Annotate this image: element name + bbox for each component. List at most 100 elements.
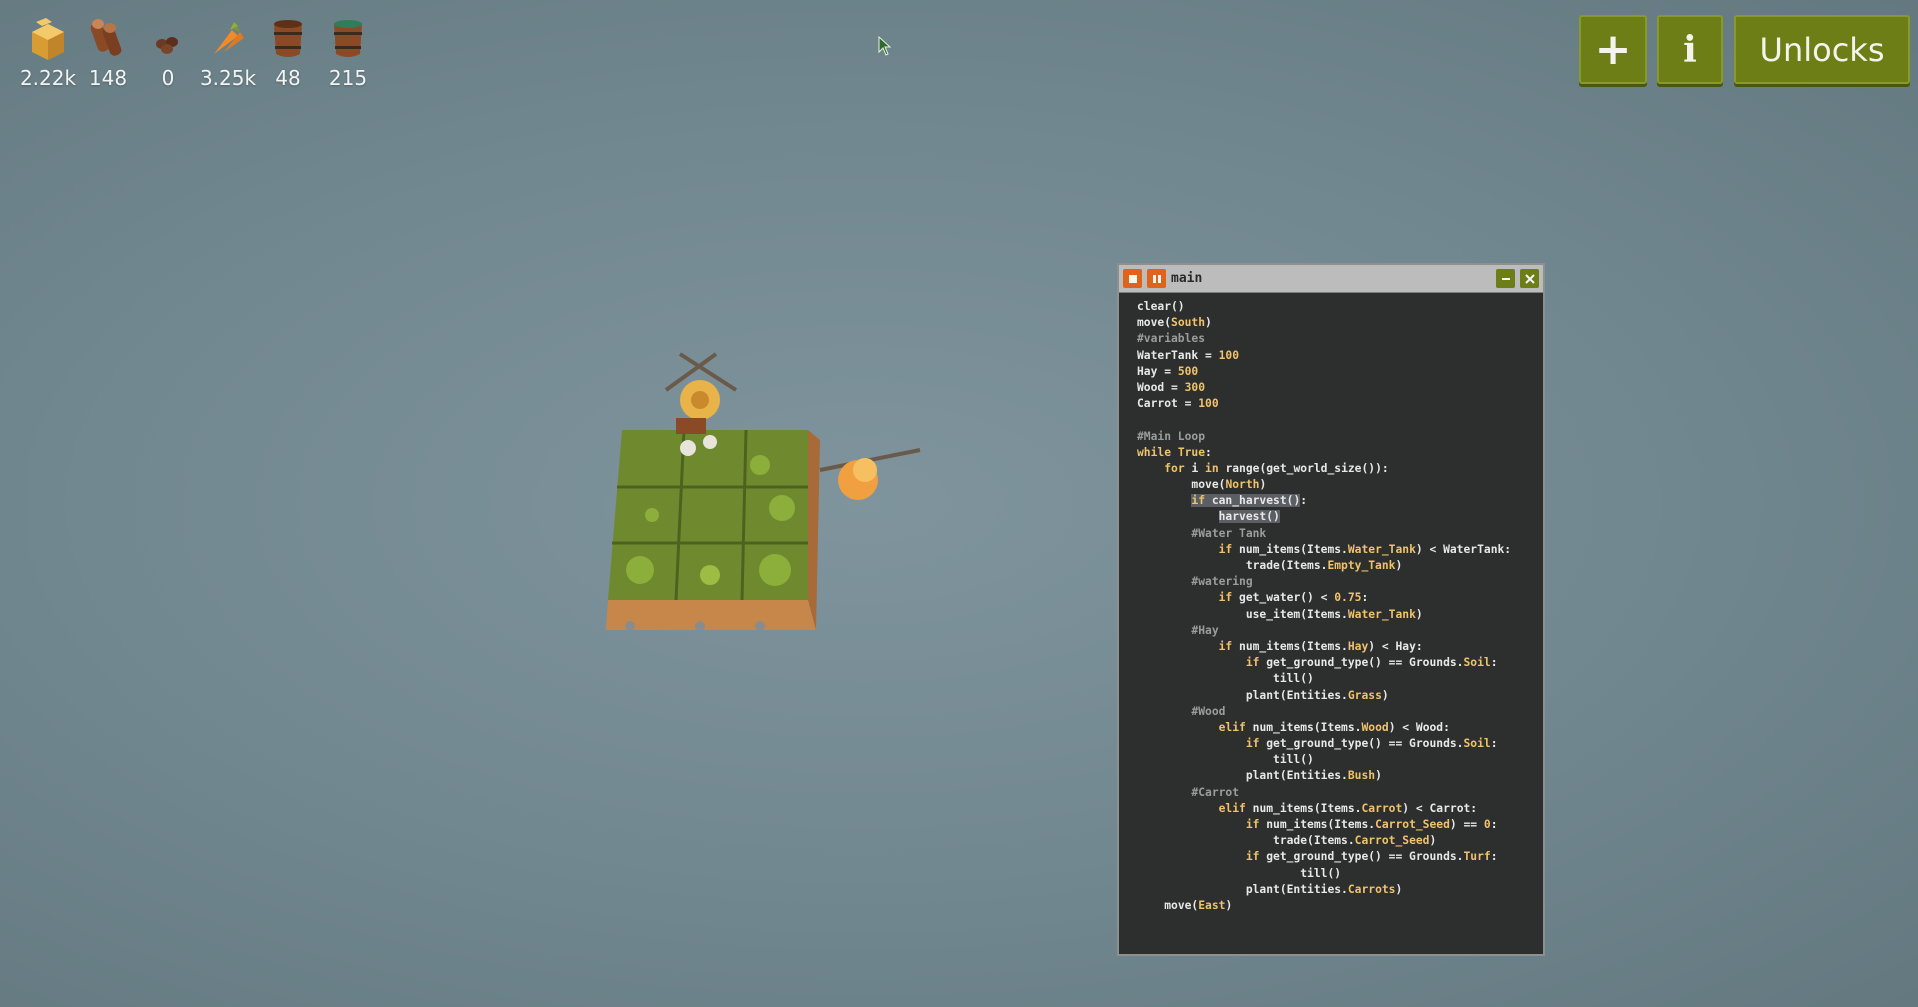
- code-window-titlebar[interactable]: main: [1119, 265, 1543, 293]
- code-token: Carrot: [1361, 801, 1403, 815]
- code-line: if num_items(Items.Water_Tank) < WaterTa…: [1137, 542, 1543, 558]
- code-line: use_item(Items.Water_Tank): [1137, 607, 1543, 623]
- code-line: #Hay: [1137, 623, 1543, 639]
- code-token: :: [1300, 494, 1308, 508]
- empty-tank-count: 48: [275, 66, 301, 90]
- code-token: num_items(Items.: [1252, 801, 1362, 815]
- code-line: #Carrot: [1137, 785, 1543, 801]
- code-token: 300: [1184, 380, 1206, 394]
- resource-bar: 2.22k 148 0 3.25k 48 215: [18, 14, 378, 90]
- code-line: #variables: [1137, 331, 1543, 347]
- resource-seeds: 0: [138, 14, 198, 90]
- resource-empty-tank: 48: [258, 14, 318, 90]
- code-token: Wood: [1361, 720, 1389, 734]
- code-line: till(): [1137, 752, 1543, 768]
- carrot-icon: [214, 22, 244, 54]
- resource-water-tank: 215: [318, 14, 378, 90]
- code-line: Carrot = 100: [1137, 396, 1543, 412]
- code-token: #Hay: [1191, 623, 1219, 637]
- hay-icon: [32, 18, 64, 60]
- code-token: ): [1205, 316, 1212, 330]
- stop-icon: [1128, 274, 1137, 283]
- minimize-button[interactable]: [1496, 269, 1515, 288]
- code-token: Water_Tank: [1347, 607, 1416, 621]
- code-token: Empty_Tank: [1327, 559, 1396, 572]
- code-token: get_ground_type() == Grounds.: [1266, 850, 1464, 864]
- code-token: Soil: [1463, 656, 1491, 670]
- code-editor-text[interactable]: clear() move(South) #variables WaterTank = …: [1119, 293, 1543, 914]
- resource-carrot: 3.25k: [198, 14, 258, 90]
- code-line: if get_ground_type() == Grounds.Soil:: [1137, 655, 1543, 671]
- code-token: 100: [1218, 348, 1240, 362]
- code-token: till(): [1273, 753, 1314, 767]
- code-line: #watering: [1137, 574, 1543, 590]
- water-tank-icon: [334, 20, 362, 57]
- code-token: clear(): [1137, 300, 1185, 313]
- code-token: #Carrot: [1191, 785, 1240, 799]
- code-token: if: [1218, 542, 1240, 556]
- code-line: plant(Entities.Carrots): [1137, 882, 1543, 898]
- code-token: WaterTank =: [1137, 348, 1219, 362]
- code-token: True: [1177, 445, 1206, 459]
- code-editor-window[interactable]: main clear() move(South) #variables WaterTa…: [1117, 263, 1545, 956]
- seeds-icon: [156, 37, 178, 54]
- code-token: get_ground_type() == Grounds.: [1266, 656, 1464, 670]
- code-line: move(South): [1137, 315, 1543, 331]
- code-token: South: [1171, 316, 1206, 330]
- code-token: num_items(Items.: [1252, 720, 1362, 734]
- code-token: till(): [1273, 672, 1314, 686]
- add-button[interactable]: +: [1579, 15, 1647, 84]
- code-line: #Water Tank: [1137, 526, 1543, 542]
- code-line: if get_ground_type() == Grounds.Turf:: [1137, 849, 1543, 865]
- wood-count: 148: [88, 66, 128, 90]
- code-token: elif: [1218, 801, 1253, 815]
- code-line: WaterTank = 100: [1137, 348, 1543, 364]
- code-token: get_water() <: [1239, 591, 1335, 605]
- code-token: if: [1218, 639, 1240, 653]
- code-token: ): [1395, 559, 1403, 572]
- code-token: :: [1490, 656, 1498, 670]
- code-token: can_harvest(: [1211, 494, 1294, 508]
- code-token: ) ==: [1449, 818, 1484, 831]
- farm-grid: [606, 429, 820, 631]
- code-line: if get_ground_type() == Grounds.Soil:: [1137, 736, 1543, 752]
- mouse-cursor-icon: [878, 36, 892, 56]
- code-token: plant(Entities.: [1245, 769, 1348, 783]
- close-button[interactable]: [1520, 269, 1539, 288]
- code-line: trade(Items.Carrot_Seed): [1137, 833, 1543, 849]
- code-token: range(get_world_size()):: [1225, 461, 1389, 475]
- unlocks-button[interactable]: Unlocks: [1734, 15, 1910, 84]
- code-line: move(North): [1137, 477, 1543, 493]
- code-token: #Wood: [1191, 704, 1226, 718]
- code-line: if num_items(Items.Carrot_Seed) == 0:: [1137, 817, 1543, 833]
- code-line: till(): [1137, 866, 1543, 882]
- info-button[interactable]: i: [1657, 15, 1723, 84]
- farm-scene: [606, 352, 921, 631]
- code-token: ) < Wood:: [1388, 720, 1450, 734]
- code-token: for: [1164, 461, 1192, 475]
- code-line: trade(Items.Empty_Tank): [1137, 558, 1543, 574]
- code-line: elif num_items(Items.Carrot) < Carrot:: [1137, 801, 1543, 817]
- code-token: move(: [1164, 898, 1199, 912]
- code-line: #Wood: [1137, 704, 1543, 720]
- code-token: if: [1245, 850, 1267, 864]
- code-line: if get_water() < 0.75:: [1137, 590, 1543, 606]
- stop-button[interactable]: [1123, 269, 1142, 288]
- code-token: trade(Items.: [1245, 559, 1328, 572]
- code-token: ) < WaterTank:: [1415, 542, 1512, 556]
- code-token: ): [1395, 882, 1403, 896]
- code-token: if: [1191, 494, 1212, 508]
- code-token: #variables: [1137, 332, 1206, 346]
- seeds-count: 0: [161, 66, 175, 90]
- code-token: :: [1205, 445, 1212, 459]
- pause-button[interactable]: [1147, 269, 1166, 288]
- code-token: ) < Carrot:: [1402, 801, 1478, 815]
- code-token: :: [1361, 591, 1369, 605]
- code-token: Hay =: [1137, 364, 1178, 378]
- carrot-count: 3.25k: [199, 66, 257, 90]
- code-token: North: [1225, 478, 1260, 492]
- minimize-icon: [1501, 277, 1510, 280]
- fire-creature: [819, 448, 921, 500]
- code-line: #Main Loop: [1137, 429, 1543, 445]
